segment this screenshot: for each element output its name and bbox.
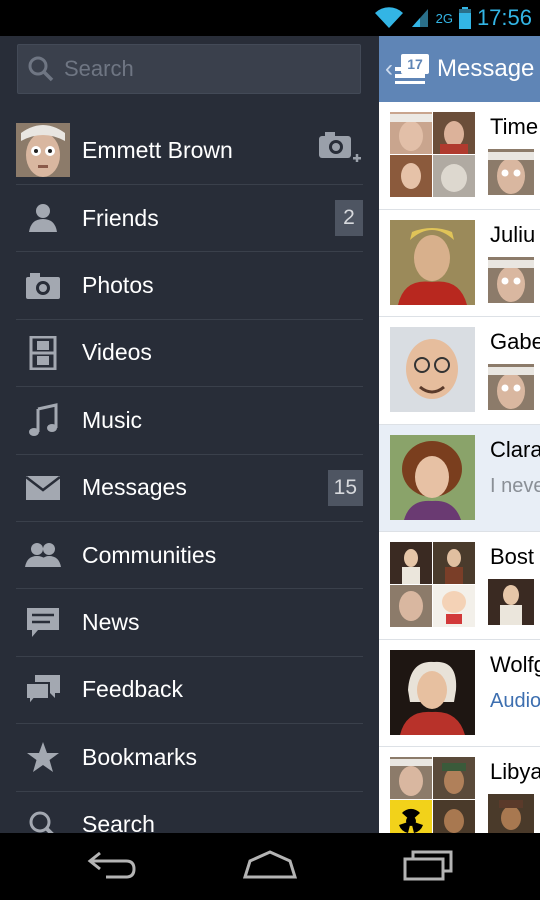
drawer-menu: Friends 2 Photos Videos Music Messages 1…	[16, 184, 363, 833]
star-icon	[27, 742, 59, 773]
conversation-title: Libya	[490, 759, 540, 784]
menu-item-label: News	[82, 609, 140, 636]
messages-badge: 15	[327, 469, 363, 506]
avatar	[16, 123, 70, 177]
menu-item-music[interactable]: Music	[16, 386, 363, 453]
contact-avatar	[390, 327, 475, 412]
menu-item-search[interactable]: Search	[16, 790, 363, 833]
conversation-snippet: Audio	[490, 689, 540, 712]
friends-badge: 2	[335, 200, 363, 236]
profile-name: Emmett Brown	[82, 136, 233, 163]
search-input[interactable]: Search	[17, 44, 361, 94]
menu-item-photos[interactable]: Photos	[16, 251, 363, 318]
network-type-label: 2G	[435, 10, 453, 26]
menu-item-label: Messages	[82, 474, 187, 501]
menu-item-label: Videos	[82, 339, 152, 366]
contact-avatar	[390, 434, 475, 520]
menu-item-videos[interactable]: Videos	[16, 318, 363, 386]
sender-avatar	[488, 794, 534, 833]
speech-bubble-icon	[27, 607, 59, 637]
clock: 17:56	[476, 5, 532, 30]
search-placeholder: Search	[64, 56, 134, 81]
menu-item-communities[interactable]: Communities	[16, 520, 363, 588]
camera-icon	[26, 272, 60, 299]
menu-item-label: Search	[82, 811, 155, 833]
menu-item-label: Bookmarks	[82, 743, 198, 770]
conversation-title: Clara	[490, 436, 540, 462]
menu-item-bookmarks[interactable]: Bookmarks	[16, 723, 363, 790]
person-icon	[29, 204, 57, 233]
conversation-title: Juliu	[490, 221, 536, 247]
messages-count: 17	[407, 56, 423, 72]
conversation-title: Time	[490, 114, 539, 139]
search-icon	[29, 811, 55, 833]
group-avatar	[390, 542, 475, 627]
menu-item-label: Music	[82, 406, 143, 433]
conversation-title: Bost	[490, 544, 535, 569]
profile-row[interactable]: Emmett Brown	[16, 116, 363, 184]
contact-avatar	[390, 649, 475, 735]
group-avatar	[390, 757, 475, 833]
menu-item-label: Photos	[82, 272, 154, 299]
envelope-icon	[25, 475, 61, 500]
conversation-item[interactable]: Gabe	[379, 317, 540, 425]
battery-icon	[458, 7, 471, 29]
back-button[interactable]	[86, 849, 138, 881]
wifi-icon	[374, 7, 403, 29]
sender-avatar	[488, 364, 534, 410]
conversation-item[interactable]: Clara I neve	[379, 424, 540, 532]
navigation-drawer: Search Emmett Brown Friends 2 Photos Vid…	[0, 36, 379, 833]
conversation-item[interactable]: Libya	[379, 747, 540, 833]
sender-avatar	[488, 256, 534, 303]
group-icon	[25, 543, 61, 568]
menu-item-label: Feedback	[82, 676, 184, 703]
menu-item-feedback[interactable]: Feedback	[16, 655, 363, 723]
menu-item-label: Friends	[82, 204, 159, 231]
conversation-title: Wolfg	[490, 651, 540, 677]
recent-apps-button[interactable]	[402, 849, 454, 881]
film-icon	[29, 335, 57, 370]
menu-item-news[interactable]: News	[16, 588, 363, 655]
conversation-item[interactable]: Time	[379, 102, 540, 210]
sender-avatar	[488, 149, 534, 195]
menu-item-label: Communities	[82, 541, 217, 568]
cell-signal-icon	[411, 9, 428, 27]
conversation-title: Gabe	[490, 329, 540, 354]
messages-count-icon: 17	[395, 54, 429, 84]
music-note-icon	[29, 403, 58, 437]
menu-item-friends[interactable]: Friends 2	[16, 184, 363, 251]
conversation-item[interactable]: Bost	[379, 532, 540, 640]
chat-bubbles-icon	[25, 674, 60, 706]
contact-avatar	[390, 219, 475, 305]
add-photo-icon[interactable]	[317, 130, 363, 170]
group-avatar	[390, 112, 475, 197]
menu-item-messages[interactable]: Messages 15	[16, 453, 363, 521]
conversation-item[interactable]: Juliu	[379, 210, 540, 317]
sender-avatar	[488, 579, 534, 625]
conversation-snippet: I neve	[490, 474, 540, 497]
messages-title: Message	[437, 55, 535, 82]
status-bar: 2G 17:56	[0, 0, 540, 36]
conversation-item[interactable]: Wolfg Audio	[379, 640, 540, 747]
back-chevron-icon[interactable]: ‹	[385, 55, 393, 83]
system-nav-bar	[0, 833, 540, 900]
messages-header[interactable]: ‹ 17 Message	[379, 36, 540, 102]
home-button[interactable]	[242, 849, 298, 881]
messages-panel: ‹ 17 Message Time Juliu Gabe Clara I nev…	[379, 36, 540, 833]
search-icon	[28, 56, 54, 82]
